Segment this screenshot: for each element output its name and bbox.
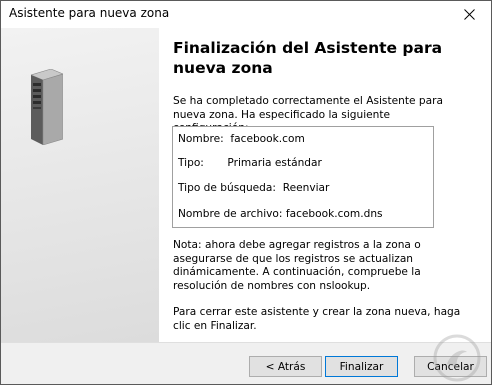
window-title: Asistente para nueva zona: [9, 6, 170, 20]
close-button[interactable]: [447, 1, 491, 27]
summary-box[interactable]: Nombre: facebook.com Tipo: Primaria está…: [172, 126, 434, 228]
back-button[interactable]: < Atrás: [249, 356, 322, 377]
watermark-logo: [433, 334, 481, 382]
title-bar: Asistente para nueva zona: [1, 1, 491, 28]
summary-line-type: Tipo: Primaria estándar: [178, 157, 322, 169]
note-text: Nota: ahora debe agregar registros a la …: [173, 239, 421, 292]
button-bar: < Atrás Finalizar Cancelar: [1, 342, 491, 384]
summary-line-file-name: Nombre de archivo: facebook.com.dns: [178, 208, 383, 220]
server-icon: [31, 69, 63, 145]
finish-hint-text: Para cerrar este asistente y crear la zo…: [173, 306, 461, 332]
wizard-window: Asistente para nueva zona Finalización d…: [0, 0, 492, 385]
summary-line-lookup-type: Tipo de búsqueda: Reenviar: [178, 182, 330, 194]
finish-button[interactable]: Finalizar: [325, 356, 398, 377]
wizard-main-panel: Finalización del Asistente para nueva zo…: [159, 28, 491, 342]
summary-line-name: Nombre: facebook.com: [178, 133, 305, 145]
close-icon: [463, 8, 475, 20]
page-title: Finalización del Asistente para nueva zo…: [173, 39, 443, 77]
wizard-content: Finalización del Asistente para nueva zo…: [1, 28, 491, 342]
wizard-side-panel: [1, 28, 159, 342]
